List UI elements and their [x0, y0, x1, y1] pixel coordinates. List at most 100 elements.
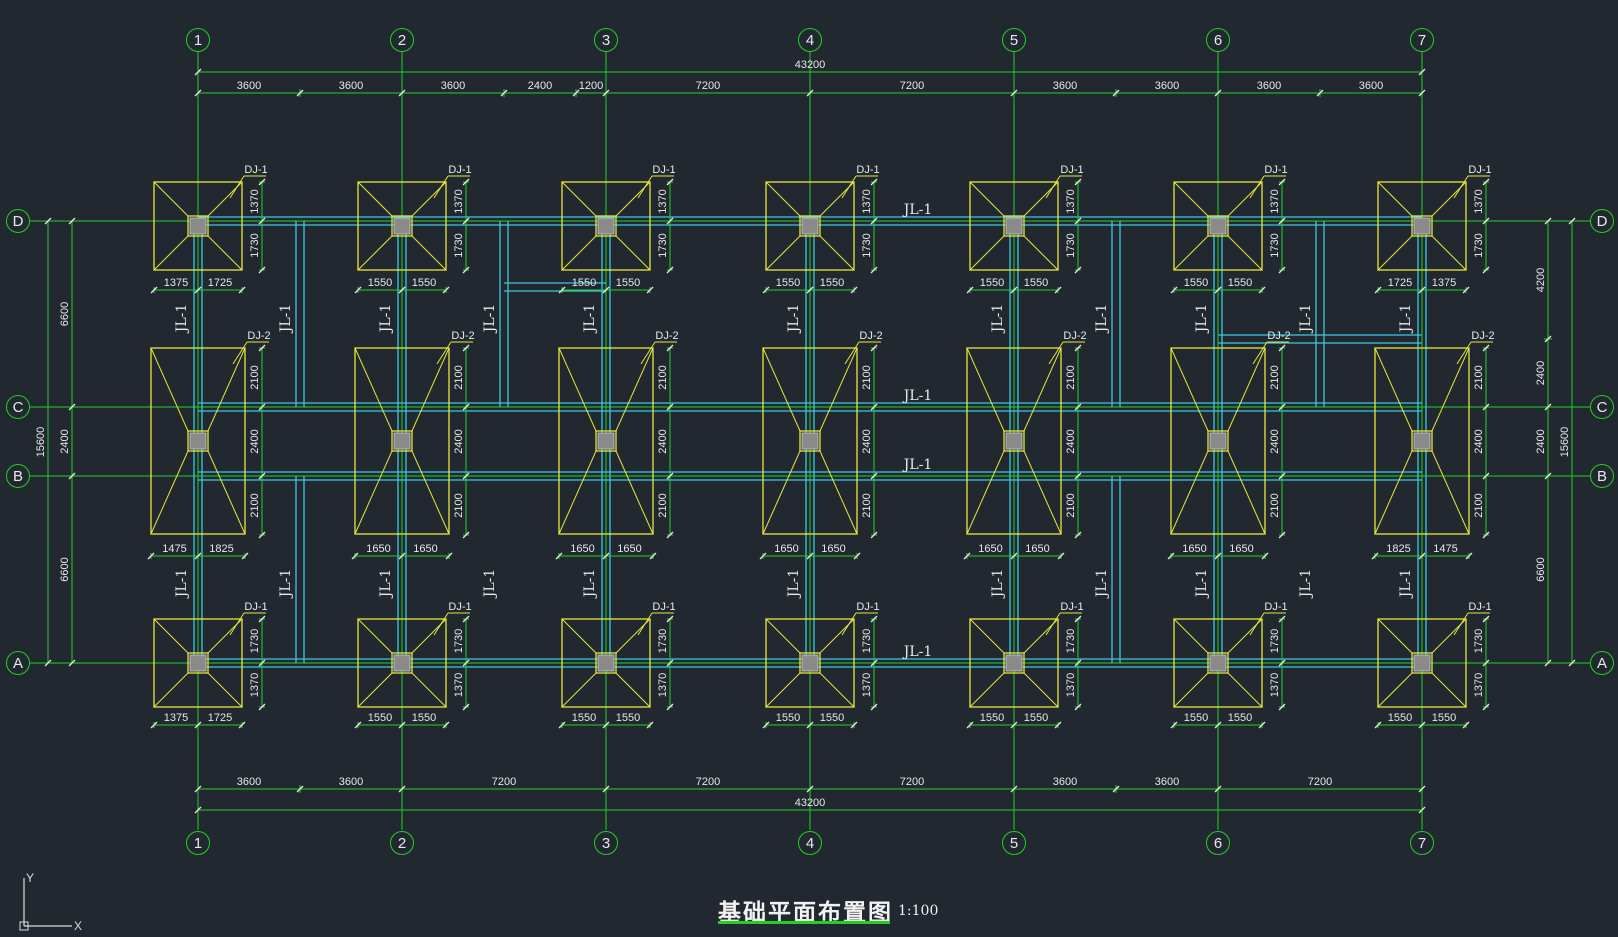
column-square — [597, 654, 615, 672]
footing-label: DJ-1 — [1264, 601, 1287, 613]
dimension-text: 1550 — [1228, 712, 1252, 724]
dimension-text: 2400 — [861, 429, 873, 453]
axis-bubble-right-A: A — [1590, 651, 1614, 675]
dimension-text: 1730 — [861, 233, 873, 257]
beam-label: JL-1 — [174, 569, 190, 600]
dimension-text: 1730 — [1269, 233, 1281, 257]
dimension-text: 1550 — [412, 277, 436, 289]
dimension-text: 1370 — [1065, 673, 1077, 697]
beam-label: JL-1 — [582, 304, 598, 335]
dimension-text: 7200 — [900, 80, 924, 92]
footing-slope — [1431, 672, 1467, 708]
dimension-text: 1370 — [1473, 189, 1485, 213]
dimension-text: 1650 — [1182, 543, 1206, 555]
dimension-text: 3600 — [1155, 80, 1179, 92]
footing-slope — [762, 347, 801, 432]
axis-bubble-top-3: 3 — [594, 28, 618, 52]
footing-label: DJ-1 — [244, 164, 267, 176]
dimension-text: 2100 — [453, 493, 465, 517]
dimension-text: 1725 — [1388, 277, 1412, 289]
footing-slope — [1377, 672, 1413, 708]
dimension-text: 1550 — [1184, 277, 1208, 289]
footing-label: DJ-1 — [448, 164, 471, 176]
column-square — [801, 432, 819, 450]
footing-slope — [207, 672, 243, 708]
dimension-text: 1730 — [1065, 233, 1077, 257]
dimension-text: 1550 — [1184, 712, 1208, 724]
dimension-text: 1370 — [1269, 189, 1281, 213]
footing-label: DJ-2 — [247, 330, 270, 342]
axis-bubble-right-C: C — [1590, 395, 1614, 419]
dimension-text: 1730 — [861, 629, 873, 653]
axis-bubble-bottom-6: 6 — [1206, 831, 1230, 855]
dimension-text: 43200 — [795, 59, 826, 71]
beam-label: JL-1 — [902, 388, 933, 404]
column-square — [1209, 654, 1227, 672]
footing-slope — [765, 672, 801, 708]
dimension-text: 1550 — [572, 277, 596, 289]
axis-bubble-bottom-7: 7 — [1410, 831, 1434, 855]
beam-label: JL-1 — [1298, 569, 1314, 600]
dimension-text: 7200 — [696, 776, 720, 788]
axis-bubble-left-D: D — [6, 209, 30, 233]
footing-slope — [1227, 450, 1266, 535]
column-square — [189, 432, 207, 450]
axis-bubble-top-1: 1 — [186, 28, 210, 52]
dimension-text: 1370 — [1473, 673, 1485, 697]
dimension-text: 1550 — [572, 712, 596, 724]
dimension-text: 1730 — [249, 233, 261, 257]
dimension-text: 2400 — [59, 429, 71, 453]
dimension-text: 1370 — [249, 673, 261, 697]
dimension-text: 1370 — [861, 673, 873, 697]
dimension-text: 3600 — [237, 776, 261, 788]
footing-slope — [966, 450, 1005, 535]
axis-bubble-right-D: D — [1590, 209, 1614, 233]
beam-label: JL-1 — [1194, 304, 1210, 335]
dimension-text: 1550 — [412, 712, 436, 724]
dimension-text: 7200 — [696, 80, 720, 92]
dimension-text: 1370 — [861, 189, 873, 213]
dimension-text: 3600 — [339, 776, 363, 788]
column-square — [1209, 217, 1227, 235]
footing-label: DJ-2 — [655, 330, 678, 342]
ucs-y-label: Y — [26, 871, 34, 885]
footing-slope — [615, 450, 654, 535]
column-square — [597, 432, 615, 450]
footing-slope — [819, 347, 858, 432]
footing-label: DJ-2 — [1267, 330, 1290, 342]
footing-label: DJ-1 — [1060, 601, 1083, 613]
dimension-text: 1370 — [657, 673, 669, 697]
column-square — [393, 217, 411, 235]
drawing-scale: 1:100 — [898, 903, 939, 919]
footing-slope — [561, 618, 597, 654]
axis-bubble-right-B: B — [1590, 464, 1614, 488]
footing-label: DJ-2 — [1063, 330, 1086, 342]
footing-slope — [561, 181, 597, 217]
dimension-text: 1550 — [616, 712, 640, 724]
footing-label: DJ-2 — [859, 330, 882, 342]
dimension-text: 6600 — [59, 557, 71, 581]
title-underline — [718, 921, 890, 924]
axis-bubble-bottom-3: 3 — [594, 831, 618, 855]
dimension-text: 1550 — [1024, 712, 1048, 724]
beam-label: JL-1 — [378, 304, 394, 335]
beam-label: JL-1 — [174, 304, 190, 335]
axis-bubble-left-B: B — [6, 464, 30, 488]
dimension-text: 1730 — [453, 629, 465, 653]
beam-label: JL-1 — [902, 644, 933, 660]
dimension-text: 7200 — [492, 776, 516, 788]
beam-label: JL-1 — [278, 304, 294, 335]
footing-slope — [765, 235, 801, 271]
footing-label: DJ-1 — [1264, 164, 1287, 176]
footing-slope — [1023, 235, 1059, 271]
dimension-text: 3600 — [1053, 776, 1077, 788]
beam-label: JL-1 — [482, 569, 498, 600]
footing-slope — [765, 618, 801, 654]
footing-slope — [1173, 181, 1209, 217]
dimension-text: 2400 — [1535, 429, 1547, 453]
axis-bubble-top-5: 5 — [1002, 28, 1026, 52]
dimension-text: 1550 — [776, 712, 800, 724]
dimension-text: 1550 — [1388, 712, 1412, 724]
beam-label: JL-1 — [1398, 569, 1414, 600]
dimension-text: 2100 — [1473, 365, 1485, 389]
